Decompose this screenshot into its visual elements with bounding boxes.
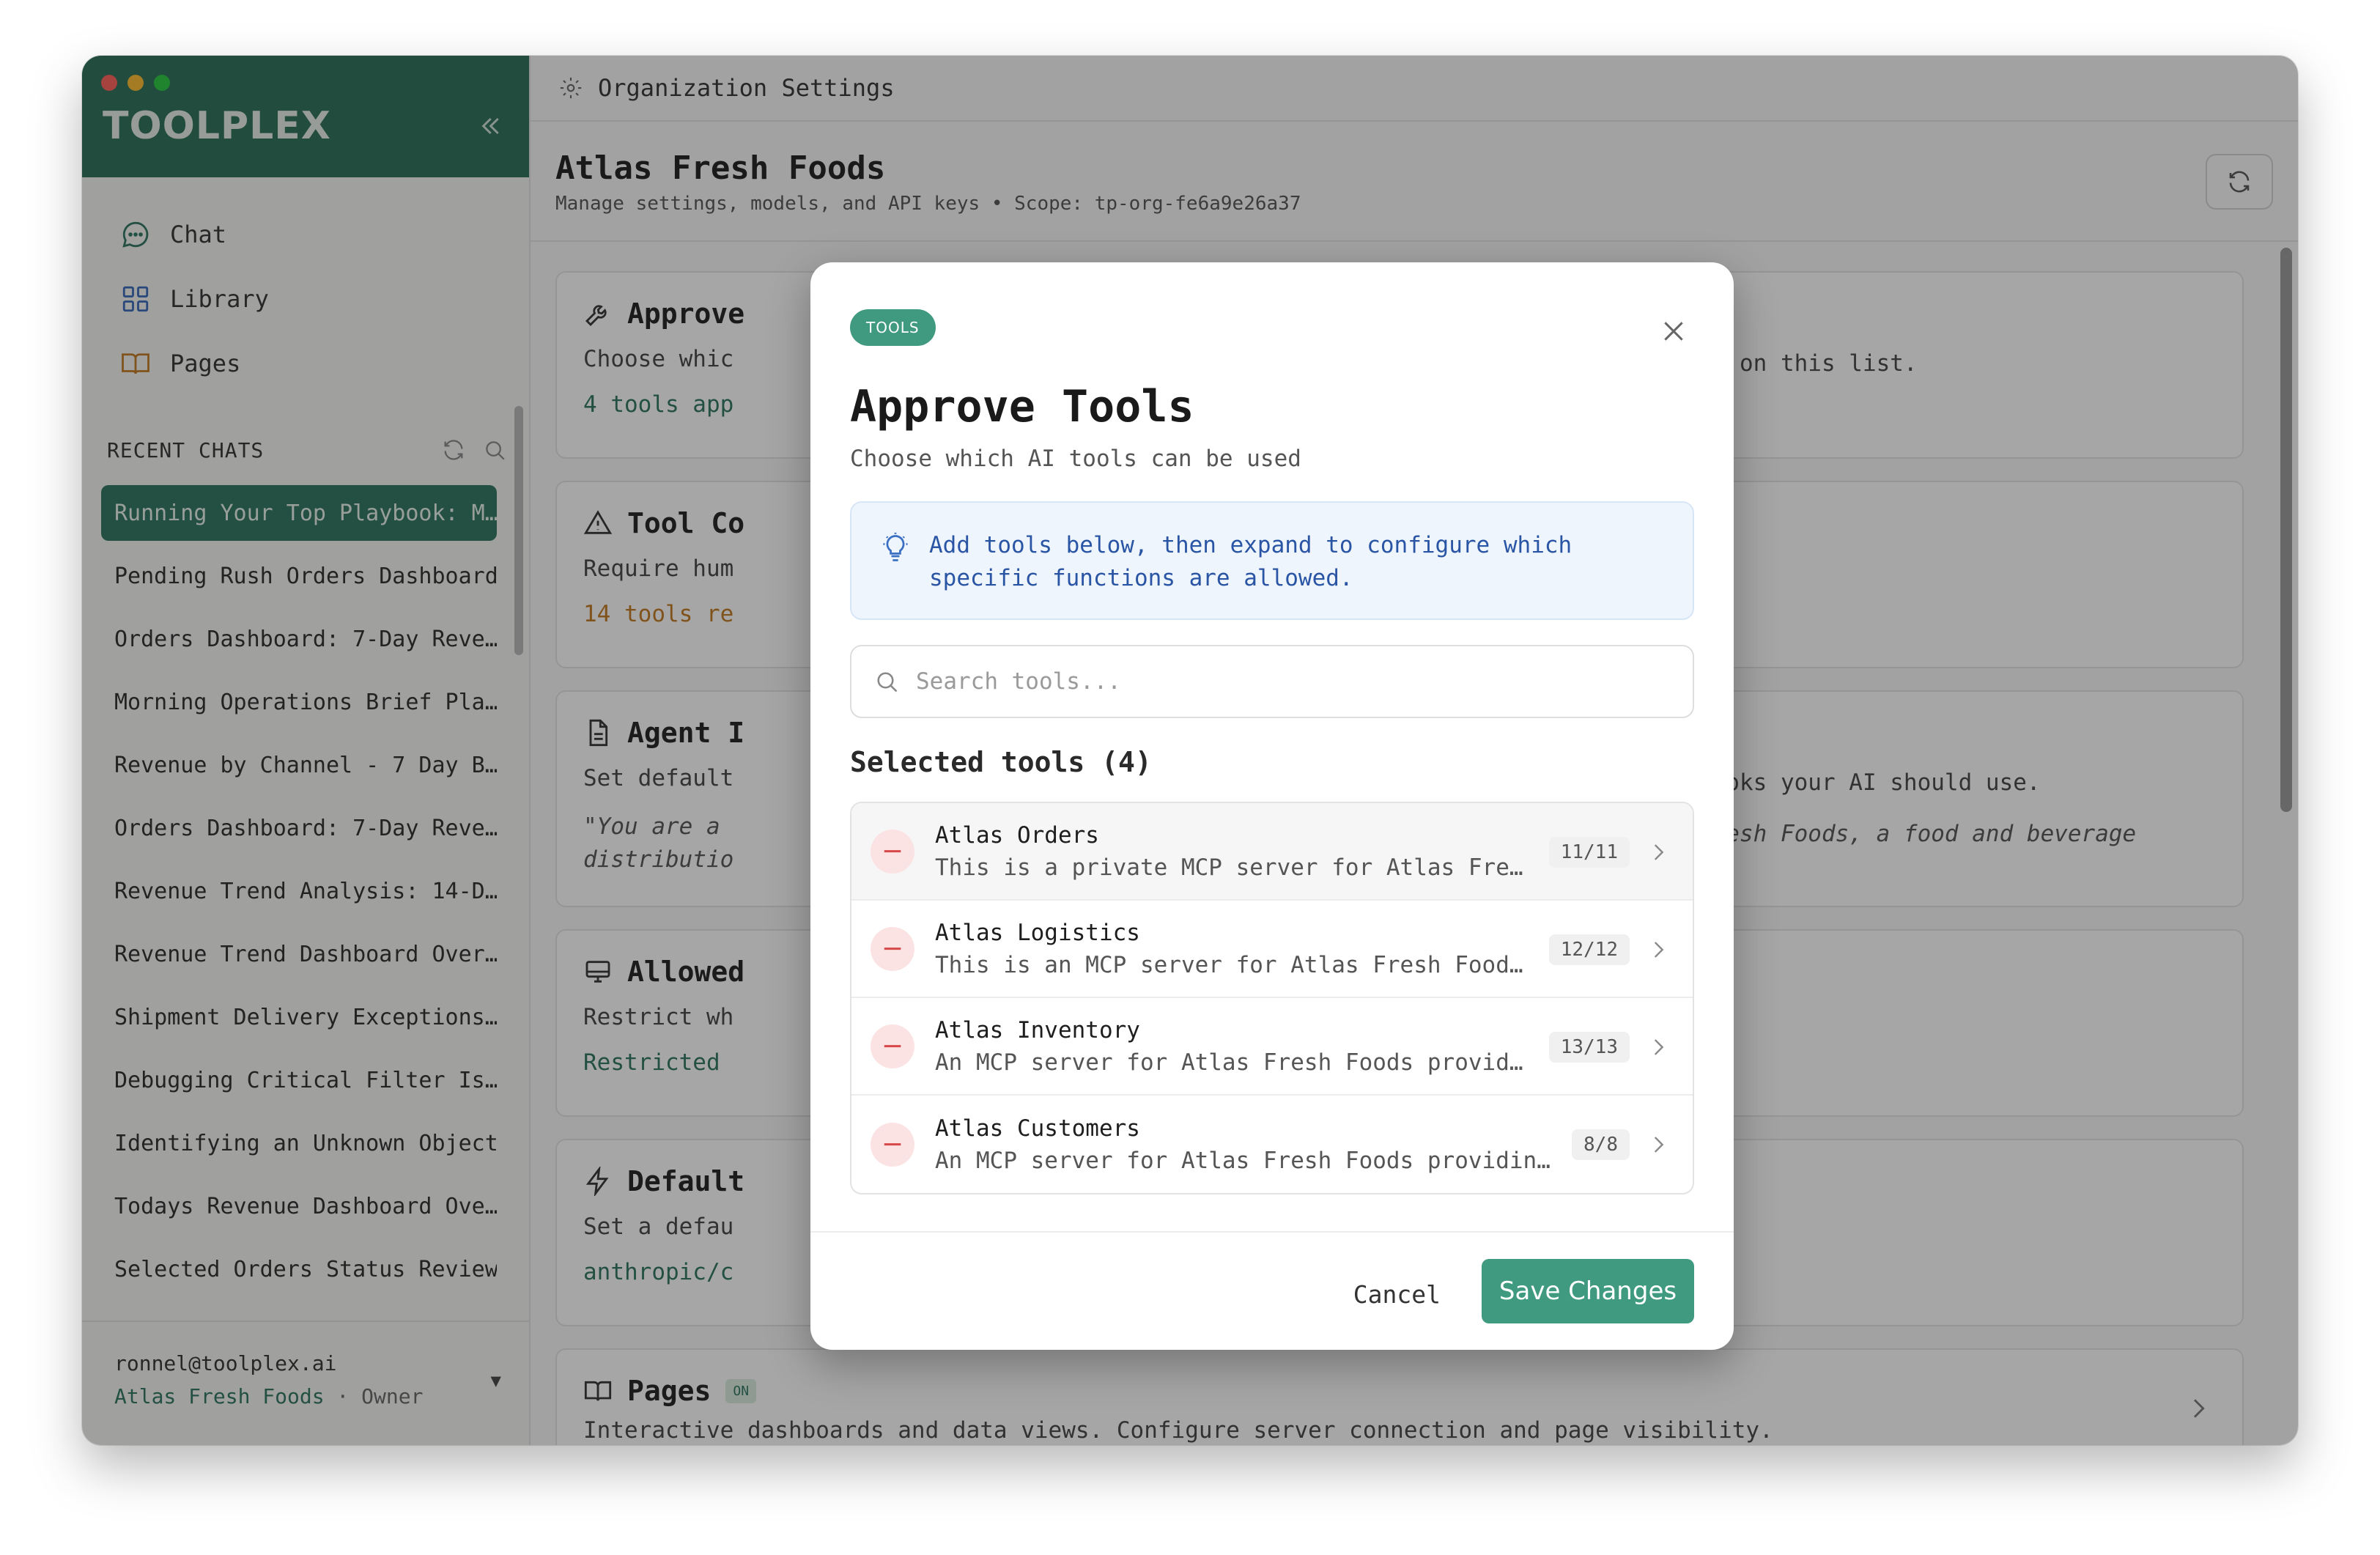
info-banner: Add tools below, then expand to configur… — [850, 501, 1694, 620]
info-line-2: specific functions are allowed. — [929, 564, 1353, 591]
dialog-title: Approve Tools — [850, 381, 1194, 432]
close-icon[interactable] — [1659, 317, 1688, 346]
tool-name: Atlas Orders — [935, 821, 1099, 849]
tool-name: Atlas Logistics — [935, 919, 1140, 946]
info-line-1: Add tools below, then expand to configur… — [929, 532, 1572, 558]
lightbulb-icon — [883, 532, 908, 561]
tool-desc: An MCP server for Atlas Fresh Foods prov… — [935, 1147, 1551, 1174]
tool-desc: This is an MCP server for Atlas Fresh Fo… — [935, 951, 1523, 978]
chevron-right-icon[interactable] — [1646, 840, 1671, 865]
tool-row[interactable]: − Atlas Customers An MCP server for Atla… — [851, 1096, 1693, 1193]
dialog-tag: TOOLS — [850, 309, 936, 346]
chevron-right-icon[interactable] — [1646, 1132, 1671, 1157]
selected-tools-list: − Atlas Orders This is a private MCP ser… — [850, 802, 1694, 1194]
selected-tools-heading: Selected tools (4) — [850, 746, 1152, 778]
remove-tool-button[interactable]: − — [871, 926, 914, 971]
tool-row[interactable]: − Atlas Logistics This is an MCP server … — [851, 901, 1693, 998]
remove-tool-button[interactable]: − — [871, 829, 914, 873]
tool-desc: This is a private MCP server for Atlas F… — [935, 854, 1523, 881]
tool-desc: An MCP server for Atlas Fresh Foods prov… — [935, 1049, 1523, 1076]
tool-name: Atlas Inventory — [935, 1016, 1140, 1044]
app-window: TOOLPLEX Chat Library Pages RECENT CHATS — [82, 56, 2298, 1445]
cancel-button[interactable]: Cancel — [1339, 1262, 1455, 1326]
tool-search[interactable] — [850, 645, 1694, 718]
remove-tool-button[interactable]: − — [871, 1024, 914, 1068]
tool-row[interactable]: − Atlas Orders This is a private MCP ser… — [851, 803, 1693, 901]
chevron-right-icon[interactable] — [1646, 1035, 1671, 1060]
tool-name: Atlas Customers — [935, 1115, 1140, 1142]
tool-count-badge: 13/13 — [1548, 1032, 1630, 1063]
approve-tools-dialog: TOOLS Approve Tools Choose which AI tool… — [810, 262, 1734, 1350]
dialog-footer: Cancel Save Changes — [810, 1231, 1734, 1350]
tool-count-badge: 12/12 — [1548, 934, 1630, 965]
tool-count-badge: 11/11 — [1548, 837, 1630, 868]
save-changes-button[interactable]: Save Changes — [1482, 1259, 1694, 1323]
dialog-subtitle: Choose which AI tools can be used — [850, 446, 1301, 472]
tool-row[interactable]: − Atlas Inventory An MCP server for Atla… — [851, 998, 1693, 1096]
search-icon — [877, 672, 898, 692]
chevron-right-icon[interactable] — [1646, 937, 1671, 962]
search-input[interactable] — [916, 668, 1649, 695]
remove-tool-button[interactable]: − — [871, 1122, 914, 1167]
tool-count-badge: 8/8 — [1572, 1129, 1630, 1160]
